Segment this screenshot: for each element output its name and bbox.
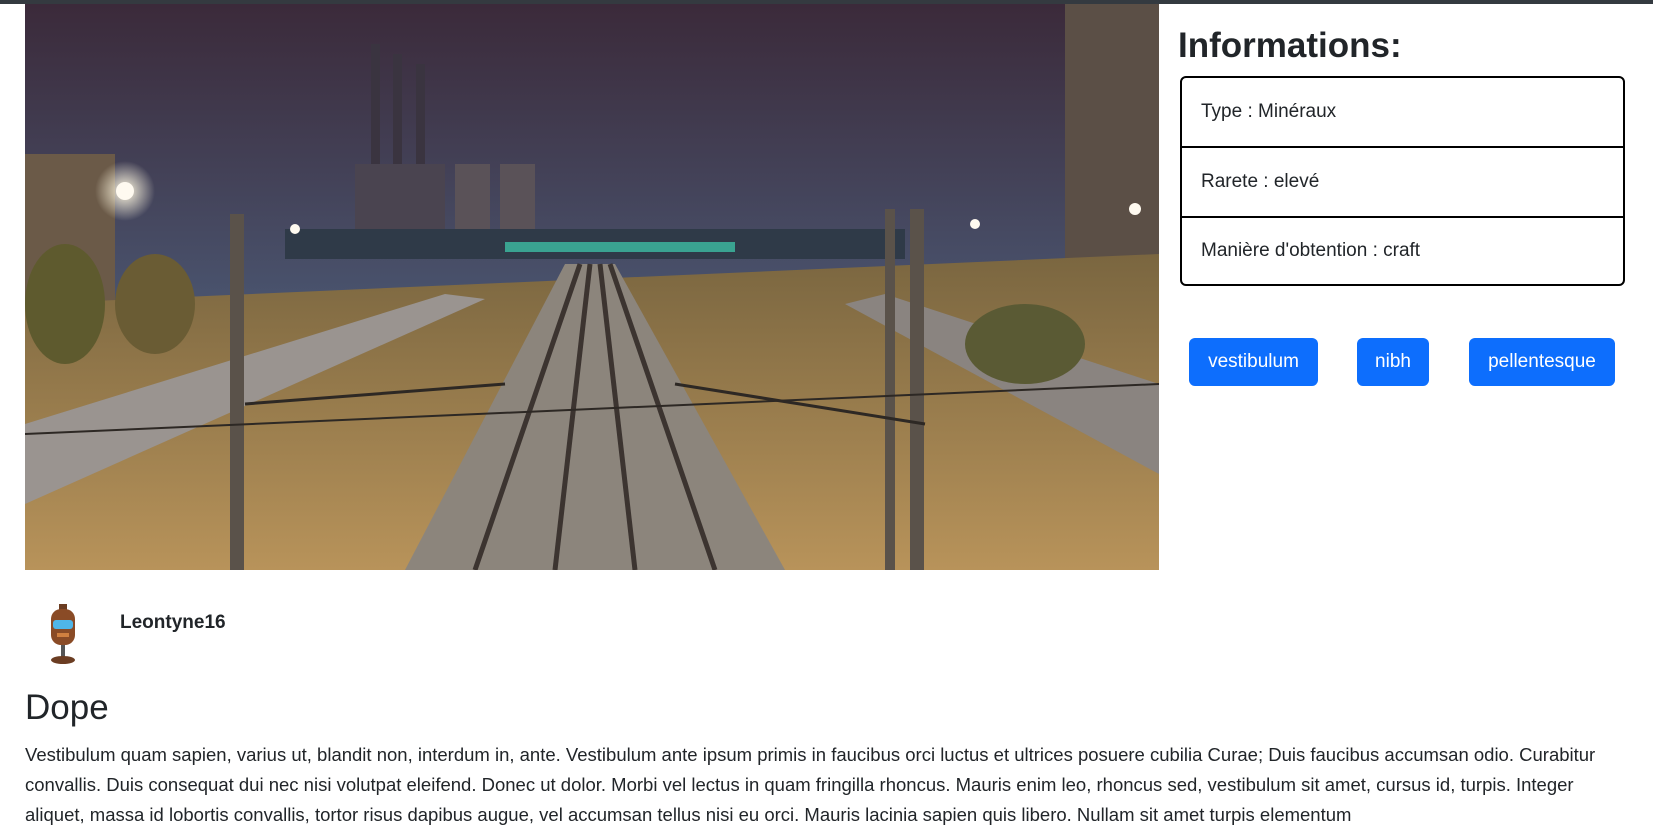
info-item-rarity: Rarete : elevé: [1182, 148, 1623, 218]
informations-list: Type : Minéraux Rarete : elevé Manière d…: [1180, 76, 1625, 286]
post-description: Vestibulum quam sapien, varius ut, bland…: [25, 744, 1596, 825]
info-item-type: Type : Minéraux: [1182, 78, 1623, 148]
info-item-obtention: Manière d'obtention : craft: [1201, 240, 1421, 261]
robot-avatar-icon: [51, 604, 75, 664]
author-avatar[interactable]: [38, 602, 88, 668]
post-title: Dope: [25, 688, 109, 727]
author-name[interactable]: Leontyne16: [120, 612, 226, 634]
informations-heading: Informations:: [1178, 26, 1402, 65]
tag-button-pellentesque[interactable]: pellentesque: [1469, 338, 1615, 386]
tag-button-nibh[interactable]: nibh: [1357, 338, 1429, 386]
post-image: [25, 4, 1159, 570]
tag-button-vestibulum[interactable]: vestibulum: [1189, 338, 1318, 386]
railway-night-photo: [25, 4, 1159, 570]
